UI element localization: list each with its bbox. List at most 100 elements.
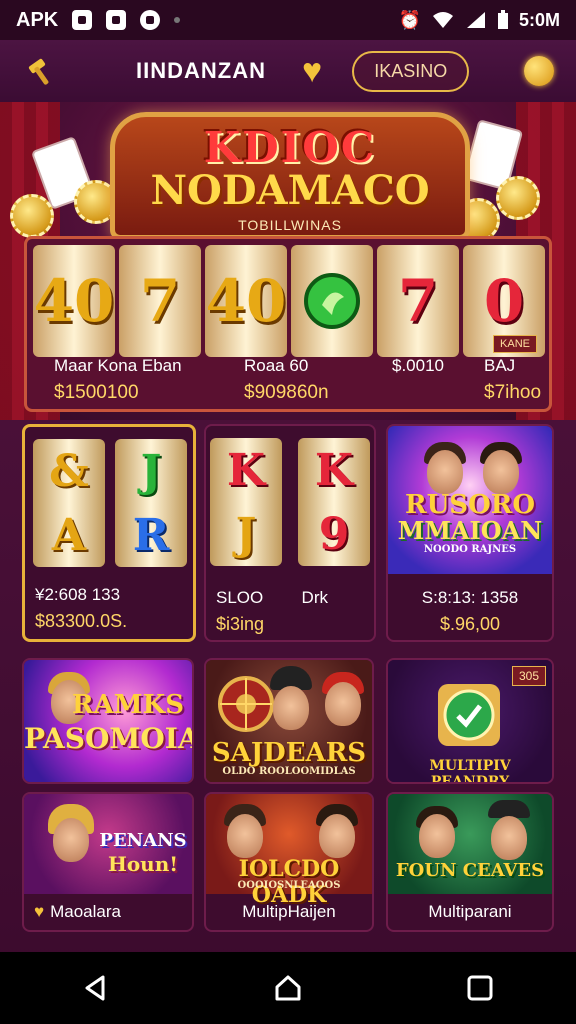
character-face: [319, 814, 355, 858]
store-icon: [106, 10, 127, 30]
tile-art: FOUN CEAVES: [388, 794, 552, 894]
tile-label: Maoalara: [50, 902, 121, 921]
clock: 5:0M: [518, 9, 560, 30]
reel-symbol: J: [140, 445, 162, 497]
system-nav-bar: [0, 952, 576, 1024]
reel-symbol: K: [314, 444, 354, 496]
character-face: [491, 816, 527, 860]
tile-art: 305 MULTIPIV PEANDRY: [388, 660, 552, 784]
tile-title: MULTIPIV PEANDRY: [429, 758, 511, 784]
carrier-label: APK: [16, 8, 59, 31]
game-tile[interactable]: & A J R ¥2:608 133 $83300.0S.: [22, 424, 196, 642]
alarm-icon: ⏰: [398, 9, 421, 30]
tile-caption: SLOO $i3ing Drk: [216, 588, 364, 635]
character-face: [325, 682, 361, 726]
wifi-icon: [432, 12, 453, 28]
reel-symbol: &: [49, 445, 89, 497]
tile-art: IOLCDO OADK OOOIOSNLEAOOS: [206, 794, 372, 908]
reel-5: 7: [377, 245, 459, 357]
game-tile[interactable]: PENANS Houn! ♥ Maoalara: [22, 792, 194, 932]
notification-icon: [72, 10, 93, 30]
signal-icon: [466, 12, 485, 28]
reel-symbol: A: [51, 509, 87, 561]
character-face: [227, 814, 263, 858]
more-notifications-icon: [174, 17, 181, 23]
tile-reel: K J: [210, 438, 282, 566]
hammer-icon[interactable]: [22, 51, 62, 91]
marquee-subtitle: TOBILLWINAS: [238, 217, 342, 233]
game-tile[interactable]: 305 MULTIPIV PEANDRY: [386, 658, 554, 784]
game-tile[interactable]: IOLCDO OADK OOOIOSNLEAOOS MultipHaijen: [204, 792, 374, 932]
tile-subtitle: OOOIOSNLEAOOS: [237, 880, 341, 891]
home-button[interactable]: [258, 958, 318, 1018]
tile-title: RAMKS: [72, 690, 184, 720]
game-tile[interactable]: SAJDEARS OLDO ROOLOOMIDLAS: [204, 658, 374, 784]
hero-info-label: Maar Kona Eban: [54, 356, 182, 375]
tile-label: S:8:13: 1358: [421, 588, 519, 607]
tile-value: $.96,00: [439, 614, 501, 634]
reel-symbol: R: [132, 509, 170, 561]
tile-title: MMAIOAN: [397, 516, 543, 545]
battery-icon: [497, 10, 508, 29]
hero-info-value: $7ihoo: [484, 382, 542, 403]
tile-title: PASOMOIA: [24, 722, 194, 755]
back-triangle-icon: [85, 975, 105, 1001]
hero-info-3: $.0010: [392, 356, 444, 412]
tile-art: RAMKS PASOMOIA: [24, 660, 194, 782]
character-face: [53, 818, 89, 862]
game-tile[interactable]: FOUN CEAVES Multiparani: [386, 792, 554, 932]
reel-symbol: K: [226, 444, 266, 496]
casino-button[interactable]: IKASINO: [352, 50, 470, 92]
recents-square-icon: [467, 975, 493, 1001]
app-bar: IINDANZAN ♥ IKASINO: [0, 40, 576, 102]
coin-balance-icon[interactable]: [524, 56, 554, 86]
character-face: [483, 450, 519, 494]
hero-banner[interactable]: KDIOC NODAMACO TOBILLWINAS 40 7 40 7 0 K…: [0, 102, 576, 420]
hero-info-label: Roaa 60: [244, 356, 309, 375]
tile-label: Multiparani: [428, 902, 512, 921]
hero-info-4: BAJ $7ihoo: [484, 356, 541, 412]
game-tile[interactable]: RUSORO MMAIOAN NOODO RAJNES S:8:13: 1358…: [386, 424, 554, 642]
tile-subtitle: OLDO ROOLOOMIDLAS: [222, 766, 356, 777]
recents-button[interactable]: [450, 958, 510, 1018]
hero-info-label: BAJ: [484, 356, 516, 375]
character-face: [427, 450, 463, 494]
game-tile[interactable]: RAMKS PASOMOIA: [22, 658, 194, 784]
reel-tag: KANE: [493, 335, 537, 353]
reel-4-clover-icon: [291, 245, 373, 357]
reel-1: 40: [33, 245, 115, 357]
reel-symbol: J: [235, 508, 257, 560]
tile-reel: J R: [115, 439, 187, 567]
tile-caption: MultipHaijen: [216, 902, 362, 922]
tile-reel: K 9: [298, 438, 370, 566]
tile-art: PENANS Houn!: [24, 794, 192, 894]
tile-title: Houn!: [107, 852, 179, 876]
tile-title: FOUN CEAVES: [395, 860, 545, 881]
game-marquee: KDIOC NODAMACO TOBILLWINAS: [110, 112, 470, 240]
reel-symbol: 9: [318, 508, 350, 560]
tile-reel: & A: [33, 439, 105, 567]
heart-icon[interactable]: ♥: [34, 902, 44, 922]
back-button[interactable]: [66, 958, 126, 1018]
tile-title: SAJDEARS: [211, 738, 367, 768]
tile-label: ¥2:608 133: [35, 585, 121, 604]
tile-value: $83300.0S.: [35, 611, 128, 631]
character-face: [419, 814, 455, 858]
tile-caption: S:8:13: 1358 $.96,00: [398, 588, 542, 635]
character-face: [273, 686, 309, 730]
hero-info-1: Maar Kona Eban $1500100: [54, 356, 182, 412]
favorite-heart-icon[interactable]: ♥: [302, 54, 322, 88]
tile-badge: 305: [511, 666, 546, 686]
marquee-line1: KDIOC: [203, 123, 377, 172]
tile-caption: ♥ Maoalara: [34, 902, 182, 922]
tile-title: PENANS: [99, 830, 187, 851]
hero-info-2: Roaa 60 $909860n: [244, 356, 329, 412]
reel-2: 7: [119, 245, 201, 357]
tile-subtitle: NOODO RAJNES: [423, 544, 517, 555]
record-icon: [140, 10, 161, 30]
roulette-wheel-icon: [218, 676, 274, 732]
hero-info-value: $1500100: [54, 382, 139, 403]
game-tile[interactable]: K J K 9 SLOO $i3ing Drk: [204, 424, 376, 642]
tile-art: SAJDEARS OLDO ROOLOOMIDLAS: [206, 660, 372, 782]
tile-label: SLOO: [216, 588, 264, 607]
